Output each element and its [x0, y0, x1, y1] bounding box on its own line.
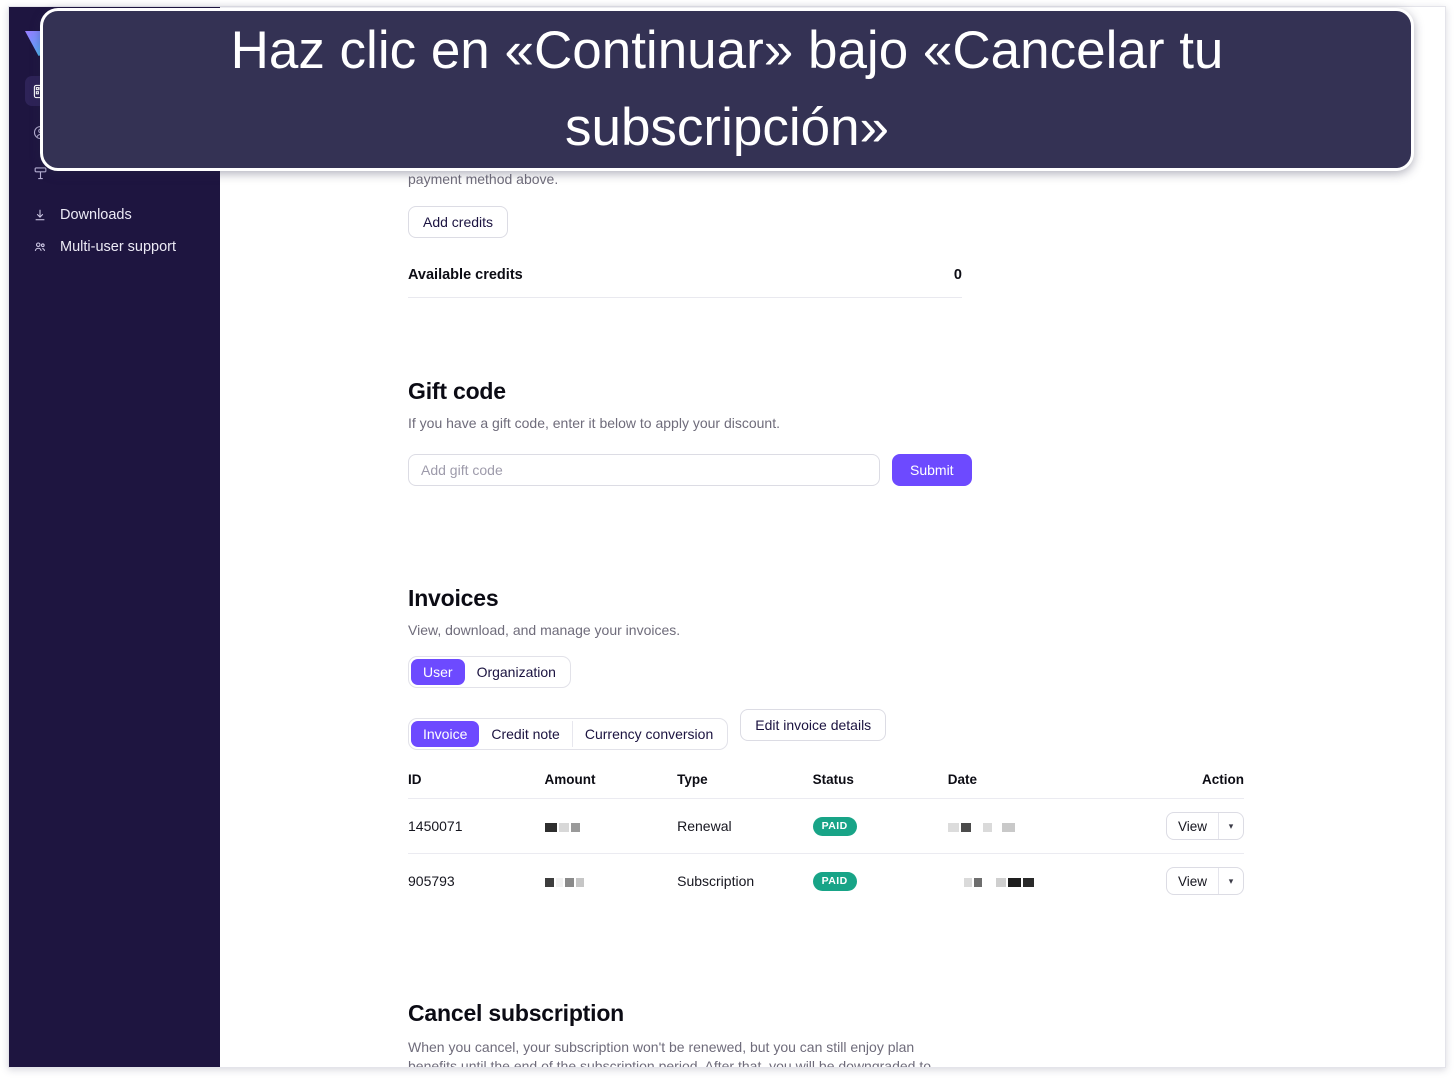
- invoices-section: Invoices View, download, and manage your…: [408, 585, 1244, 908]
- tab-credit-note[interactable]: Credit note: [479, 721, 571, 747]
- sidebar-item-label: Downloads: [60, 206, 132, 223]
- cancel-subscription-title: Cancel subscription: [408, 1000, 625, 1026]
- available-credits-value: 0: [953, 267, 962, 283]
- tab-user[interactable]: User: [411, 659, 465, 685]
- status-badge: PAID: [812, 871, 857, 891]
- status-badge: PAID: [812, 816, 857, 836]
- cancel-subscription-body: When you cancel, your subscription won't…: [408, 1039, 931, 1067]
- available-credits-label: Available credits: [408, 267, 523, 283]
- cell-invoice-amount-redacted: [544, 798, 678, 854]
- tab-currency-conversion[interactable]: Currency conversion: [571, 721, 725, 747]
- table-row: 905793 Subscription PAID View ▾: [408, 853, 1244, 908]
- cell-invoice-status: PAID: [812, 798, 948, 854]
- cancel-subscription-section: Cancel subscription When you cancel, you…: [408, 1000, 1244, 1067]
- available-credits-row: Available credits 0: [408, 267, 962, 298]
- cell-invoice-type: Subscription: [677, 853, 813, 908]
- cell-invoice-status: PAID: [812, 853, 948, 908]
- invoices-subtitle: View, download, and manage your invoices…: [408, 622, 681, 638]
- redacted-date: [947, 818, 1017, 834]
- view-invoice-button[interactable]: View ▾: [1165, 812, 1244, 840]
- column-header-action: Action: [1202, 772, 1244, 787]
- column-header-amount: Amount: [544, 772, 596, 787]
- sidebar-nav-list: Downloads Multi-user support: [9, 199, 220, 263]
- sidebar-item-multi-user-support[interactable]: Multi-user support: [9, 231, 220, 263]
- column-header-status: Status: [812, 772, 854, 787]
- chevron-down-icon[interactable]: ▾: [1218, 813, 1243, 839]
- invoice-type-tabs: Invoice Credit note Currency conversion: [408, 718, 729, 750]
- view-invoice-button[interactable]: View ▾: [1165, 867, 1244, 895]
- gift-code-title: Gift code: [408, 378, 506, 404]
- sidebar-item-label: Multi-user support: [60, 238, 177, 255]
- redacted-date: [963, 873, 1036, 889]
- instruction-banner: Haz clic en «Continuar» bajo «Cancelar t…: [40, 8, 1414, 171]
- gift-code-subtitle: If you have a gift code, enter it below …: [408, 415, 780, 431]
- gift-code-section: Gift code If you have a gift code, enter…: [408, 378, 1244, 486]
- cell-invoice-amount-redacted: [544, 853, 678, 908]
- invoices-title: Invoices: [408, 585, 499, 611]
- cell-invoice-action: View ▾: [1165, 853, 1244, 908]
- invoices-table: ID Amount Type Status Date Action 145007…: [408, 772, 1244, 908]
- table-row: 1450071 Renewal PAID View ▾: [408, 798, 1244, 854]
- view-label[interactable]: View: [1167, 813, 1218, 839]
- cell-invoice-date-redacted: [947, 853, 1166, 908]
- download-icon: [31, 207, 48, 224]
- cell-invoice-date-redacted: [947, 798, 1166, 854]
- view-label[interactable]: View: [1167, 868, 1218, 894]
- gift-code-submit-button[interactable]: Submit: [892, 454, 972, 486]
- column-header-id: ID: [408, 772, 422, 787]
- column-header-type: Type: [677, 772, 708, 787]
- cell-invoice-type: Renewal: [677, 798, 813, 854]
- chevron-down-icon[interactable]: ▾: [1218, 868, 1243, 894]
- tab-invoice[interactable]: Invoice: [411, 721, 480, 747]
- table-header-row: ID Amount Type Status Date Action: [408, 772, 1244, 799]
- cell-invoice-id: 905793: [408, 853, 545, 908]
- sidebar-item-downloads[interactable]: Downloads: [9, 199, 220, 231]
- add-credits-button[interactable]: Add credits: [408, 206, 509, 238]
- add-credits-row: Add credits: [408, 206, 1244, 238]
- cell-invoice-id: 1450071: [408, 798, 545, 854]
- redacted-amount: [544, 818, 582, 834]
- instruction-text: Haz clic en «Continuar» bajo «Cancelar t…: [230, 20, 1224, 157]
- cell-invoice-action: View ▾: [1165, 798, 1244, 854]
- invoice-type-filters: Invoice Credit note Currency conversion …: [408, 700, 1244, 750]
- column-header-date: Date: [947, 772, 978, 787]
- tab-organization[interactable]: Organization: [465, 659, 568, 685]
- edit-invoice-details-button[interactable]: Edit invoice details: [740, 709, 887, 741]
- invoice-scope-tabs: User Organization: [408, 656, 571, 688]
- users-icon: [31, 239, 48, 256]
- gift-code-input[interactable]: [408, 454, 880, 486]
- vpn-shield-icon: [34, 166, 46, 179]
- redacted-amount: [544, 873, 586, 889]
- gift-code-row: Submit: [408, 454, 1244, 486]
